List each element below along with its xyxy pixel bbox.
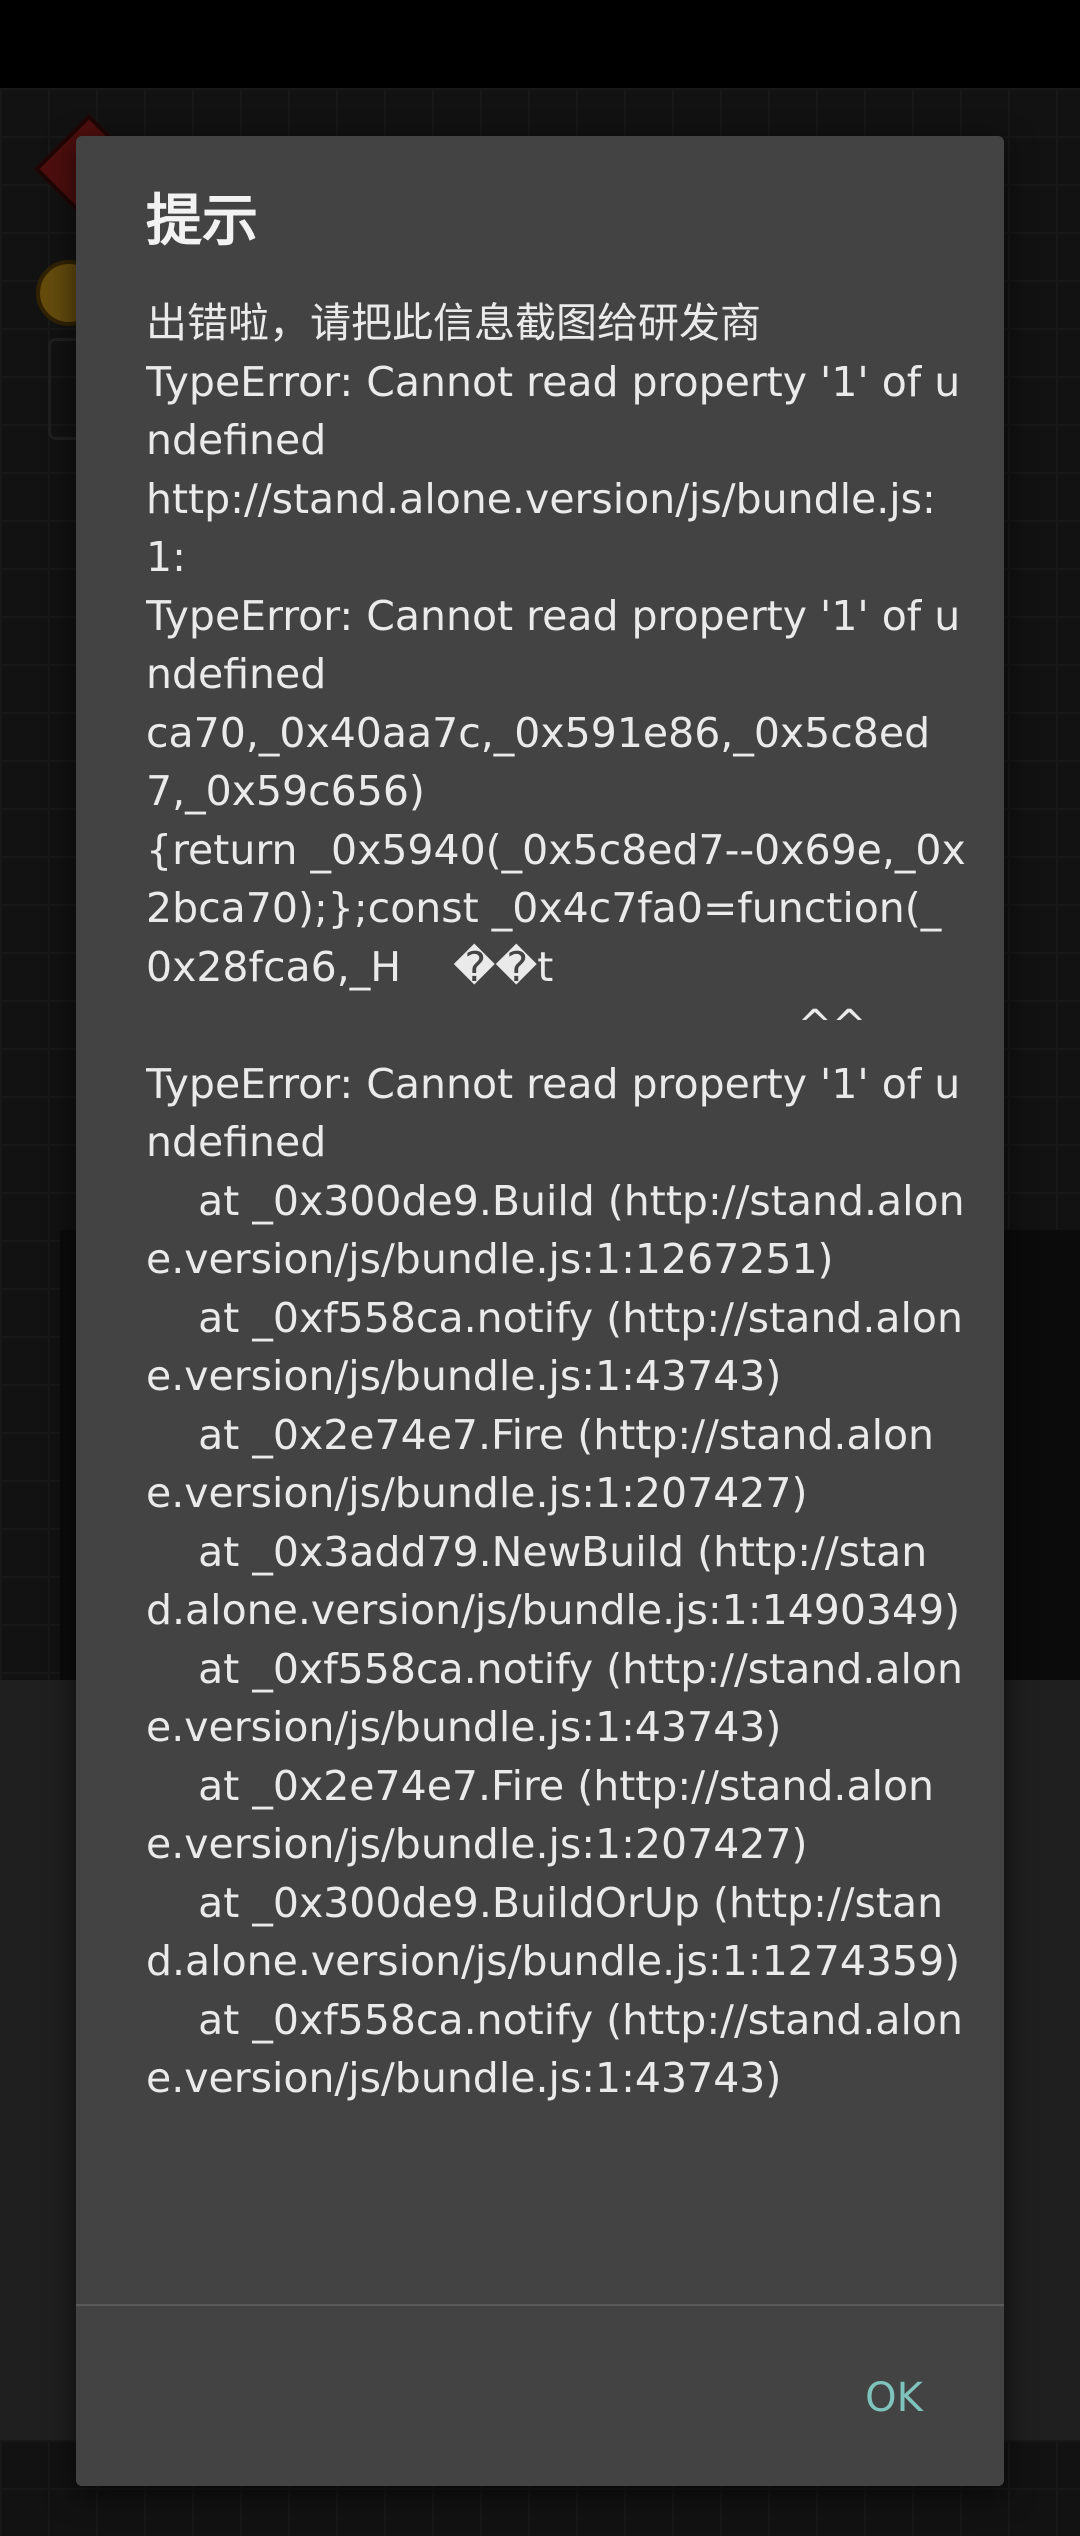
dialog-footer: OK (76, 2306, 1004, 2486)
dialog-body[interactable]: 出错啦，请把此信息截图给研发商 TypeError: Cannot read p… (146, 294, 966, 2440)
ok-button[interactable]: OK (854, 2368, 934, 2428)
dialog-title: 提示 (146, 189, 258, 254)
screen: 提示 出错啦，请把此信息截图给研发商 TypeError: Cannot rea… (0, 0, 1080, 2536)
error-message: 出错啦，请把此信息截图给研发商 TypeError: Cannot read p… (146, 299, 966, 2102)
status-bar (0, 0, 1080, 88)
error-dialog: 提示 出错啦，请把此信息截图给研发商 TypeError: Cannot rea… (76, 136, 1004, 2486)
